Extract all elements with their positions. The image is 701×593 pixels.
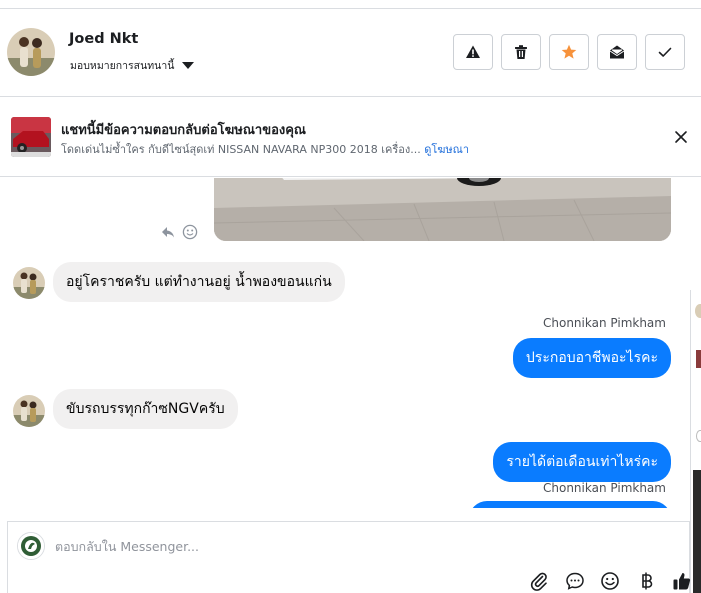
warning-icon xyxy=(466,45,480,58)
assign-conversation-dropdown[interactable]: มอบหมายการสนทนานี้ xyxy=(70,57,195,74)
saved-replies-button[interactable] xyxy=(564,570,586,592)
chat-bubble-icon xyxy=(566,572,584,590)
star-icon xyxy=(561,44,577,59)
panel-dark-fragment xyxy=(693,470,701,593)
reply-input[interactable] xyxy=(55,535,655,557)
incoming-message[interactable]: ขับรถบรรทุกก๊าซNGVครับ xyxy=(53,389,238,429)
sender-name: Chonnikan Pimkham xyxy=(543,316,666,330)
outgoing-message[interactable]: ประกอบอาชีพอะไรคะ xyxy=(512,338,671,378)
like-button[interactable] xyxy=(671,570,693,592)
contact-avatar-small[interactable] xyxy=(13,395,45,427)
attachment-icon xyxy=(530,572,547,591)
mark-spam-button[interactable] xyxy=(453,34,493,70)
caret-down-icon xyxy=(182,62,195,69)
contact-name[interactable]: Joed Nkt xyxy=(69,31,138,47)
panel-icon-fragment xyxy=(696,430,701,442)
thumbs-up-icon xyxy=(673,573,691,590)
checkmark-icon xyxy=(658,47,672,57)
page-avatar xyxy=(17,532,45,560)
close-banner-button[interactable] xyxy=(672,128,690,146)
conversation-header: Joed Nkt มอบหมายการสนทนานี้ xyxy=(0,9,701,97)
star-button[interactable] xyxy=(549,34,589,70)
close-icon xyxy=(675,131,687,143)
side-panel-edge xyxy=(690,290,701,593)
emoji-icon xyxy=(601,572,619,590)
contact-avatar[interactable] xyxy=(7,28,55,76)
assign-label: มอบหมายการสนทนานี้ xyxy=(70,60,175,72)
emoji-button[interactable] xyxy=(599,570,621,592)
envelope-open-icon xyxy=(609,45,625,59)
ad-thumbnail[interactable] xyxy=(11,117,51,157)
payment-button[interactable] xyxy=(636,570,658,592)
incoming-message[interactable]: อยู่โคราชครับ แต่ทำงานอยู่ น้ำพองขอนแก่น xyxy=(53,262,345,302)
panel-thumb-fragment xyxy=(696,350,701,368)
outgoing-message-partial[interactable] xyxy=(469,501,671,508)
ad-banner-title: แชทนี้มีข้อความตอบกลับต่อโฆษณาของคุณ xyxy=(61,123,306,138)
attach-button[interactable] xyxy=(528,570,550,592)
reply-composer xyxy=(7,521,693,593)
delete-button[interactable] xyxy=(501,34,541,70)
ad-banner-description: โดดเด่นไม่ซ้ำใคร กับดีไซน์สุดเท่ NISSAN … xyxy=(61,140,469,158)
mark-done-button[interactable] xyxy=(645,34,685,70)
shared-car-image[interactable] xyxy=(214,178,671,241)
sender-name: Chonnikan Pimkham xyxy=(543,481,666,495)
message-thread[interactable]: อยู่โคราชครับ แต่ทำงานอยู่ น้ำพองขอนแก่น… xyxy=(0,178,690,508)
panel-avatar-fragment xyxy=(695,304,701,318)
message-actions xyxy=(160,224,198,240)
view-ad-link[interactable]: ดูโฆษณา xyxy=(424,143,469,156)
trash-icon xyxy=(515,45,527,59)
reply-icon[interactable] xyxy=(160,224,176,240)
react-emoji-icon[interactable] xyxy=(182,224,198,240)
contact-avatar-small[interactable] xyxy=(13,267,45,299)
ad-reply-banner: แชทนี้มีข้อความตอบกลับต่อโฆษณาของคุณ โดด… xyxy=(0,97,701,177)
ad-description-text: โดดเด่นไม่ซ้ำใคร กับดีไซน์สุดเท่ NISSAN … xyxy=(61,143,421,156)
mark-unread-button[interactable] xyxy=(597,34,637,70)
baht-icon xyxy=(642,572,653,590)
outgoing-message[interactable]: รายได้ต่อเดือนเท่าไหร่คะ xyxy=(493,442,671,482)
